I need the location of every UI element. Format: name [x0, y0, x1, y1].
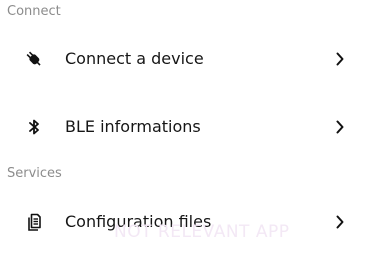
- bluetooth-icon: [24, 117, 44, 137]
- watermark-text: NOT RELEVANT APP: [114, 222, 290, 242]
- ble-informations-row[interactable]: BLE informations: [0, 107, 372, 147]
- chevron-right-icon: [333, 51, 347, 67]
- chevron-right-icon: [333, 214, 347, 230]
- section-header-connect: Connect: [7, 4, 61, 19]
- ble-informations-label: BLE informations: [65, 117, 201, 136]
- chevron-right-icon: [333, 119, 347, 135]
- document-icon: [24, 212, 44, 232]
- connect-device-row[interactable]: Connect a device: [0, 39, 372, 79]
- connect-device-label: Connect a device: [65, 49, 204, 68]
- plug-icon: [24, 49, 44, 69]
- section-header-services: Services: [7, 166, 62, 181]
